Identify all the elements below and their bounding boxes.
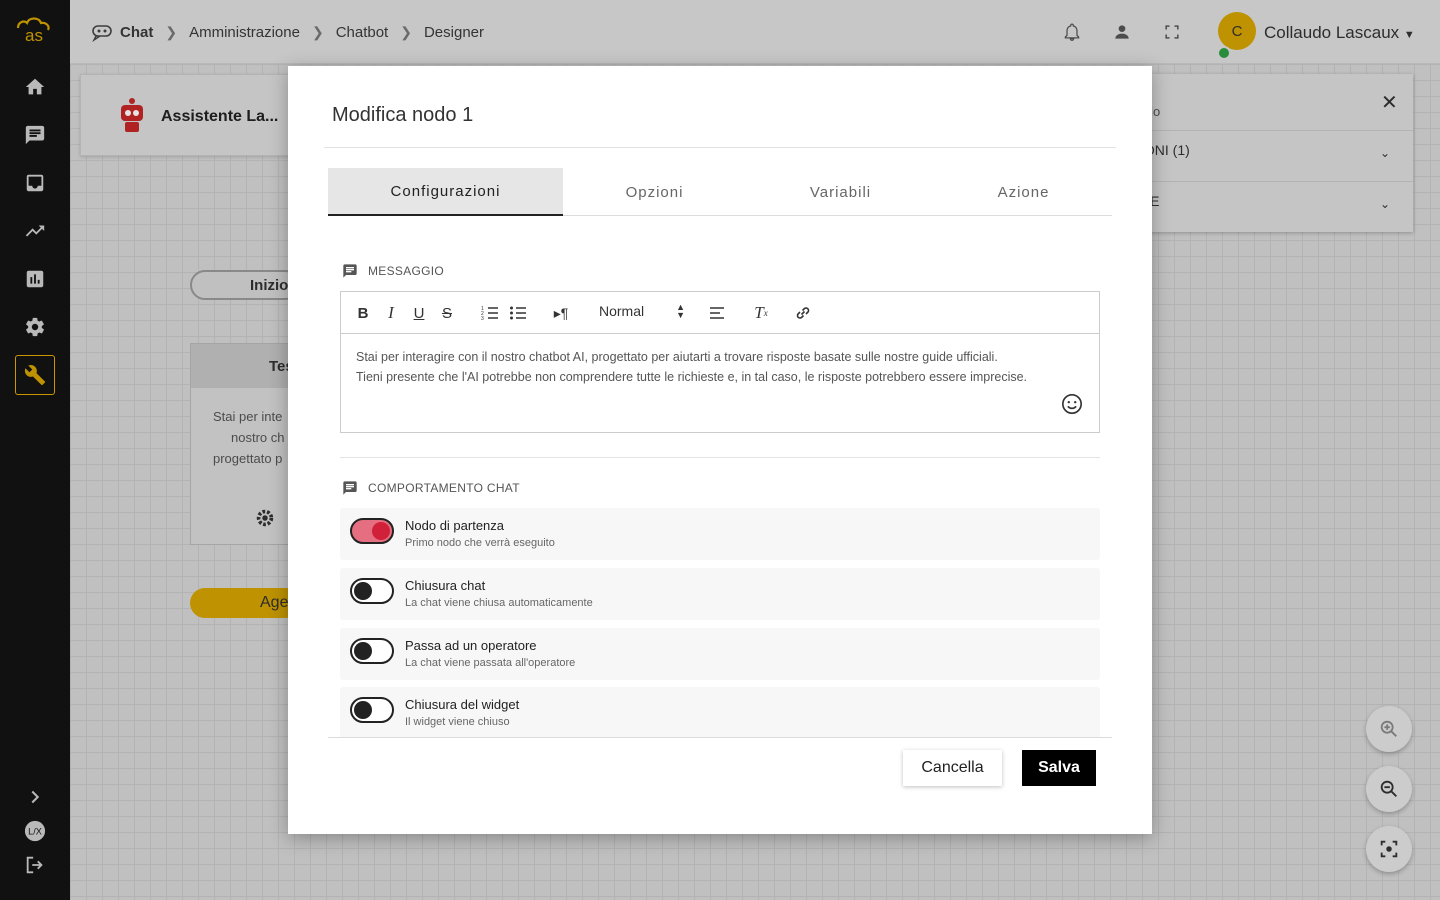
tab-opzioni[interactable]: Opzioni — [563, 168, 746, 216]
tab-configurazioni[interactable]: Configurazioni — [328, 168, 563, 216]
close-widget-toggle[interactable] — [350, 697, 394, 723]
toggle-row-close-chat: Chiusura chat La chat viene chiusa autom… — [340, 568, 1100, 620]
behavior-section-title: COMPORTAMENTO CHAT — [368, 481, 520, 495]
toggle-subtitle: Primo nodo che verrà eseguito — [405, 537, 555, 549]
message-icon — [343, 481, 357, 495]
tab-bar: Configurazioni Opzioni Variabili Azione — [328, 168, 1112, 216]
align-icon[interactable] — [708, 304, 726, 322]
message-line: Stai per interagire con il nostro chatbo… — [356, 350, 998, 364]
format-select[interactable]: Normal ▲ ▼ — [599, 302, 685, 320]
behavior-section-label: COMPORTAMENTO CHAT — [342, 480, 520, 496]
bold-icon[interactable]: B — [354, 304, 372, 322]
message-section-title: MESSAGGIO — [368, 264, 445, 278]
message-text-area[interactable]: Stai per interagire con il nostro chatbo… — [341, 334, 1099, 400]
edit-node-dialog: Modifica nodo 1 Configurazioni Opzioni V… — [288, 66, 1152, 834]
save-button[interactable]: Salva — [1022, 750, 1096, 786]
toggle-subtitle: La chat viene chiusa automaticamente — [405, 597, 593, 609]
underline-icon[interactable]: U — [410, 304, 428, 322]
message-section-label: MESSAGGIO — [342, 263, 444, 279]
svg-text:3: 3 — [481, 316, 484, 322]
toggle-subtitle: La chat viene passata all'operatore — [405, 657, 576, 669]
message-editor: B I U S 123 ▸¶ Normal ▲ ▼ Tx Stai per int… — [340, 291, 1100, 433]
toggle-title: Passa ad un operatore — [405, 638, 537, 653]
tab-azione[interactable]: Azione — [935, 168, 1112, 216]
emoji-icon[interactable] — [1061, 393, 1083, 415]
toggle-row-handover: Passa ad un operatore La chat viene pass… — [340, 628, 1100, 680]
divider — [324, 147, 1116, 148]
toggle-title: Chiusura del widget — [405, 697, 520, 712]
message-line: Tieni presente che l'AI potrebbe non com… — [356, 370, 1028, 384]
italic-icon[interactable]: I — [382, 303, 400, 322]
close-chat-toggle[interactable] — [350, 578, 394, 604]
strikethrough-icon[interactable]: S — [438, 304, 456, 322]
toggle-row-close-widget: Chiusura del widget Il widget viene chiu… — [340, 687, 1100, 738]
toggle-row-start-node: Nodo di partenza Primo nodo che verrà es… — [340, 508, 1100, 560]
ordered-list-icon[interactable]: 123 — [481, 304, 499, 322]
dialog-title: Modifica nodo 1 — [332, 104, 474, 126]
section-divider — [340, 457, 1100, 458]
text-direction-icon[interactable]: ▸¶ — [552, 304, 570, 322]
start-node-toggle[interactable] — [350, 518, 394, 544]
clear-format-icon[interactable]: Tx — [752, 303, 770, 322]
message-icon — [343, 264, 357, 278]
toggle-title: Chiusura chat — [405, 578, 486, 593]
toggle-subtitle: Il widget viene chiuso — [405, 716, 510, 728]
cancel-button[interactable]: Cancella — [903, 750, 1002, 786]
dialog-content[interactable]: MESSAGGIO B I U S 123 ▸¶ Normal ▲▼ Tx S — [328, 216, 1112, 738]
toggle-title: Nodo di partenza — [405, 518, 505, 533]
editor-toolbar: B I U S 123 ▸¶ Normal ▲ ▼ Tx — [341, 292, 1099, 334]
handover-toggle[interactable] — [350, 638, 394, 664]
bullet-list-icon[interactable] — [509, 304, 527, 322]
select-arrows-icon: ▲ ▼ — [676, 302, 685, 320]
format-select-value: Normal — [599, 303, 645, 319]
footer-divider — [328, 737, 1112, 738]
link-icon[interactable] — [794, 304, 812, 322]
tab-variabili[interactable]: Variabili — [746, 168, 935, 216]
